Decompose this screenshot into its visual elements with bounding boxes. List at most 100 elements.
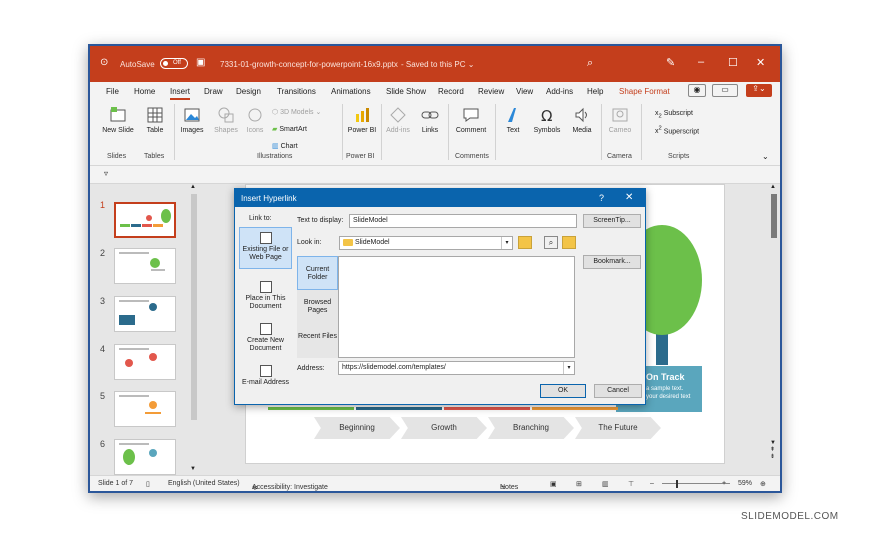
cancel-button[interactable]: Cancel	[594, 384, 642, 398]
slideshow-icon[interactable]: ⊤	[628, 480, 634, 488]
normal-view-icon[interactable]: ▣	[550, 480, 557, 488]
menu-shape-format[interactable]: Shape Format	[619, 87, 670, 96]
menu-review[interactable]: Review	[478, 87, 504, 96]
cameo-button[interactable]: Cameo	[605, 106, 635, 135]
menu-help[interactable]: Help	[587, 87, 603, 96]
separator	[342, 104, 343, 160]
menu-insert[interactable]: Insert	[170, 87, 191, 100]
email-icon	[259, 365, 272, 377]
menu-record[interactable]: Record	[438, 87, 464, 96]
menu-addins[interactable]: Add-ins	[546, 87, 573, 96]
zoom-slider[interactable]	[662, 483, 730, 484]
ok-button[interactable]: OK	[540, 384, 586, 398]
slide-sorter-icon[interactable]: ⊞	[576, 480, 582, 488]
new-document-icon	[259, 323, 272, 335]
group-label-camera: Camera	[607, 153, 632, 160]
pen-icon[interactable]: ✎	[666, 56, 675, 69]
close-button[interactable]: ✕	[756, 56, 765, 69]
address-input[interactable]: https://slidemodel.com/templates/ ▾	[338, 361, 575, 375]
new-slide-button[interactable]: New Slide	[100, 106, 136, 135]
thumbnail-graphic	[119, 300, 157, 325]
separator	[601, 104, 602, 160]
address-dropdown-icon[interactable]: ▾	[563, 362, 574, 374]
browsed-pages-tab[interactable]: Browsed Pages	[297, 290, 338, 324]
media-button[interactable]: Media	[568, 106, 596, 135]
superscript-button[interactable]: x2 Superscript	[655, 126, 699, 135]
autosave-toggle[interactable]: Off	[160, 58, 188, 69]
zoom-slider-thumb[interactable]	[676, 480, 678, 488]
share-icon[interactable]: ⇪⌄	[746, 84, 772, 97]
record-icon[interactable]: ◉	[688, 84, 706, 97]
subscript-button[interactable]: x2 Subscript	[655, 110, 693, 119]
slide-thumbnail-4[interactable]	[114, 344, 176, 380]
3d-models-button[interactable]: ⬡ 3D Models ⌄	[272, 108, 321, 116]
menu-animations[interactable]: Animations	[331, 87, 371, 96]
zoom-in-icon[interactable]: +	[722, 480, 726, 487]
zoom-out-icon[interactable]: –	[650, 480, 654, 487]
table-button[interactable]: Table	[140, 106, 170, 135]
thumbnail-scrollbar[interactable]	[191, 194, 197, 420]
text-to-display-input[interactable]: SlideModel	[349, 214, 577, 228]
scroll-down-icon[interactable]: ▼	[190, 466, 196, 472]
menu-view[interactable]: View	[516, 87, 533, 96]
power-bi-button[interactable]: Power BI	[346, 106, 378, 135]
smartart-button[interactable]: ▰ SmartArt	[272, 125, 307, 133]
fit-to-window-icon[interactable]: ⊕	[760, 480, 766, 488]
comments-icon[interactable]: ▭	[712, 84, 738, 97]
maximize-button[interactable]: ☐	[728, 56, 738, 69]
shapes-button[interactable]: Shapes	[212, 106, 240, 135]
thumbnail-number: 3	[100, 296, 106, 306]
icons-button[interactable]: Icons	[242, 106, 268, 135]
file-list[interactable]	[338, 256, 575, 358]
recent-files-tab[interactable]: Recent Files	[297, 324, 338, 358]
minimize-button[interactable]: –	[698, 56, 704, 68]
separator	[381, 104, 382, 160]
link-email-address[interactable]: E-mail Address	[239, 363, 292, 399]
zoom-level[interactable]: 59%	[738, 480, 752, 487]
menu-design[interactable]: Design	[236, 87, 261, 96]
look-in-label: Look in:	[297, 239, 322, 246]
up-folder-icon[interactable]	[518, 236, 532, 249]
dialog-close-icon[interactable]: ✕	[625, 192, 633, 203]
look-in-select[interactable]: SlideModel ▾	[339, 236, 513, 250]
chart-button[interactable]: ▥ Chart	[272, 142, 298, 150]
scroll-up-icon[interactable]: ▲	[190, 184, 196, 190]
language[interactable]: English (United States)	[168, 480, 240, 487]
link-create-new-document[interactable]: Create New Document	[239, 321, 292, 357]
collapse-ribbon-icon[interactable]: ⌄	[762, 152, 769, 161]
slide-scrollbar[interactable]	[771, 194, 777, 238]
help-button[interactable]: ?	[599, 193, 604, 203]
chevron-down-icon[interactable]: ▾	[501, 237, 512, 249]
menu-transitions[interactable]: Transitions	[277, 87, 316, 96]
current-folder-tab[interactable]: Current Folder	[297, 256, 338, 290]
spelling-icon[interactable]: ▯	[146, 480, 150, 488]
slide-scroll-down-icons[interactable]: ▼ ⇞ ⇟	[770, 440, 776, 461]
slide-thumbnail-1[interactable]	[114, 202, 176, 238]
menu-home[interactable]: Home	[134, 87, 155, 96]
reading-view-icon[interactable]: ▥	[602, 480, 609, 488]
customize-icon[interactable]: ▿	[104, 169, 108, 178]
slide-thumbnail-6[interactable]	[114, 439, 176, 475]
menu-slide-show[interactable]: Slide Show	[386, 87, 426, 96]
screentip-button[interactable]: ScreenTip...	[583, 214, 641, 228]
browse-web-icon[interactable]: ⌕	[544, 236, 558, 249]
save-icon[interactable]: ▣	[196, 57, 205, 68]
slide-thumbnail-5[interactable]	[114, 391, 176, 427]
slide-scroll-up-icon[interactable]: ▲	[770, 184, 776, 190]
slide-thumbnail-2[interactable]	[114, 248, 176, 284]
images-button[interactable]: Images	[176, 106, 208, 135]
browse-file-icon[interactable]	[562, 236, 576, 249]
text-button[interactable]: Text	[500, 106, 526, 135]
addins-button[interactable]: Add-ins	[384, 106, 412, 135]
slide-thumbnail-3[interactable]	[114, 296, 176, 332]
search-icon[interactable]: ⌕	[587, 57, 593, 70]
link-existing-file[interactable]: Existing File or Web Page	[239, 227, 292, 269]
menu-file[interactable]: File	[106, 87, 119, 96]
link-place-in-document[interactable]: Place in This Document	[239, 279, 292, 315]
links-button[interactable]: Links	[416, 106, 444, 135]
symbols-button[interactable]: Ω Symbols	[530, 106, 564, 135]
comment-button[interactable]: Comment	[452, 106, 490, 135]
bookmark-button[interactable]: Bookmark...	[583, 255, 641, 269]
menu-draw[interactable]: Draw	[204, 87, 223, 96]
comment-icon	[463, 108, 479, 122]
